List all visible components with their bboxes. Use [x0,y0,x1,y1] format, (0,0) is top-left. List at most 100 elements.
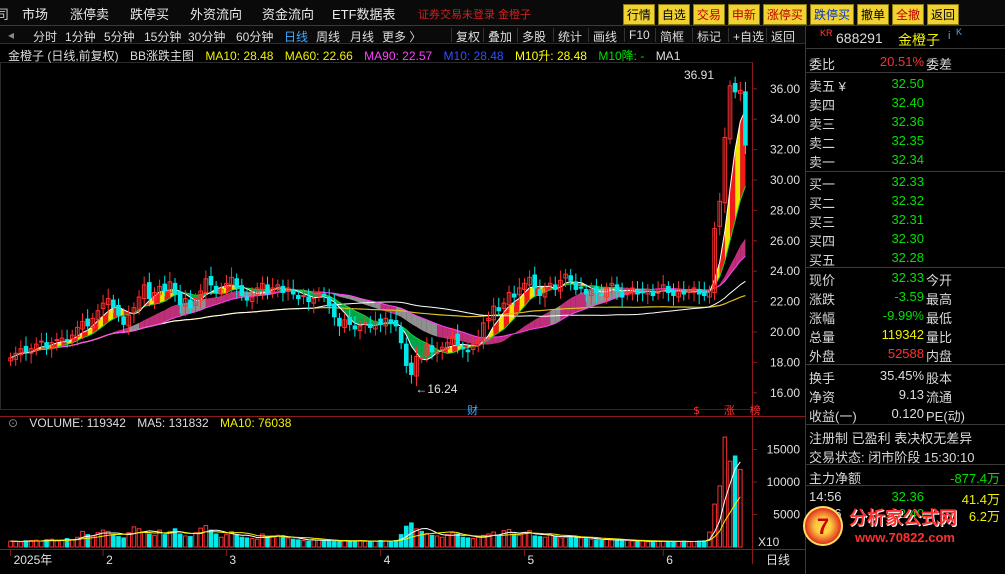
tool-button-4[interactable]: 画线 [593,28,617,45]
time-tick-label: 2025年 [14,553,53,567]
legend-vol-ma10: MA10: 76038 [219,416,292,430]
volume-bar [532,535,538,548]
candle-body [460,346,466,350]
event-marker[interactable]: 榜 [750,403,761,417]
top-button-0[interactable]: 行情 [622,4,655,25]
volume-bar [573,536,579,548]
candle-body [64,339,70,342]
period-tab-9[interactable]: 更多 〉 [382,28,421,45]
candle-body [429,345,435,353]
volume-toggle-icon[interactable]: ⊙ [8,416,18,430]
tool-button-1[interactable]: 叠加 [488,28,512,45]
period-tab-0[interactable]: 分时 [33,28,57,45]
volume-bar [131,526,137,548]
volume-legend: ⊙ VOLUME: 119342 MA5: 131832 MA10: 76038 [8,416,299,430]
info-icon[interactable]: i [948,30,950,42]
volume-bar [588,538,594,548]
period-tab-8[interactable]: 月线 [350,28,374,45]
tool-button-9[interactable]: 返回 [771,28,795,45]
candle-body [552,284,558,290]
menu-item-cutoff[interactable]: 司 [0,4,9,23]
period-tab-4[interactable]: 30分钟 [188,28,225,45]
tool-button-3[interactable]: 统计 [558,28,582,45]
low-price-label: ←16.24 [415,382,457,396]
volume-bar [609,539,615,548]
top-button-4[interactable]: 涨停买 [762,4,807,25]
volume-bar [676,540,681,548]
tool-separator [655,28,656,42]
quote-row: 涨跌 -3.59 最高 [806,287,1005,307]
menu-etf-table[interactable]: ETF数据表 [332,4,396,23]
volume-bar [517,534,522,548]
tool-button-2[interactable]: 多股 [522,28,546,45]
candle-body [213,285,219,293]
legend-indicator[interactable]: BB涨跌主图 [130,49,194,63]
volume-bar [722,436,728,548]
tool-button-6[interactable]: 简框 [660,28,684,45]
price-legend: 金橙子 (日线,前复权) BB涨跌主图 MA10: 28.48 MA60: 22… [8,47,688,64]
event-marker[interactable]: 财 [467,403,478,417]
candle-body [326,296,332,307]
bb-band-segment [447,327,453,340]
top-button-8[interactable]: 返回 [926,4,959,25]
period-tab-1[interactable]: 1分钟 [65,28,96,45]
volume-bar [419,530,424,548]
top-button-2[interactable]: 交易 [692,4,725,25]
watermark-badge-icon: 7 [803,506,843,546]
period-tab-7[interactable]: 周线 [316,28,340,45]
volume-bar [182,535,188,548]
top-button-5[interactable]: 跌停买 [809,4,854,25]
menu-capital-flow[interactable]: 资金流向 [262,4,314,23]
candle-body [367,323,373,328]
divider [806,48,1005,49]
candle-body [244,296,250,301]
event-marker[interactable]: 涨 [724,404,735,417]
volume-bar [296,539,301,548]
quote-row-value: 0.120 [891,406,924,421]
tool-button-7[interactable]: 标记 [697,28,721,45]
volume-bar [496,535,502,548]
menu-limit-up-sell[interactable]: 涨停卖 [70,4,109,23]
menu-market[interactable]: 市场 [22,4,48,23]
event-marker[interactable]: $ [693,404,700,417]
top-button-3[interactable]: 申新 [727,4,760,25]
candle-body [732,82,738,93]
kline-chart[interactable]: 36.00 34.00 32.00 30.00 28.00 26.00 24.00 22.00… [0,44,805,574]
period-tab-6[interactable]: 日线 [284,28,308,45]
top-button-1[interactable]: 自选 [657,4,690,25]
volume-bar [321,540,327,548]
period-tab-5[interactable]: 60分钟 [236,28,273,45]
volume-bar [547,534,553,548]
candle-body [321,293,327,297]
bb-band-segment [570,295,576,315]
tool-separator [553,28,554,42]
volume-bar [367,541,373,548]
period-tab-2[interactable]: 5分钟 [104,28,135,45]
candle-body [594,286,599,293]
tool-button-0[interactable]: 复权 [456,28,480,45]
chart-area[interactable]: 36.00 34.00 32.00 30.00 28.00 26.00 24.00 22.00… [0,44,805,574]
volume-bar [491,531,496,548]
bb-band-segment [169,305,176,320]
candle-body [532,274,538,289]
candle-body [681,290,687,295]
k-badge-icon[interactable]: K [956,27,962,37]
bb-band-segment [175,303,181,318]
top-button-7[interactable]: 全撤 [891,4,924,25]
top-button-6[interactable]: 撤单 [856,4,889,25]
menu-foreign-flow[interactable]: 外资流向 [190,4,242,23]
high-price-label: 36.91 [684,68,714,82]
menu-limit-down-buy[interactable]: 跌停买 [130,4,169,23]
volume-bar [224,534,229,548]
period-expand-icon[interactable]: ◂ [8,28,14,42]
candle-body [301,295,306,298]
volume-bar [105,530,111,548]
quote-row: 卖一 32.34 [806,150,1005,170]
tool-button-5[interactable]: F10 [629,28,650,42]
quote-row: 买二 32.32 [806,191,1005,211]
quote-row-label2: PE(动) [926,409,966,424]
top-button-group: 行情 自选 交易 申新 涨停买 跌停买 撤单 全撤 返回 [622,4,959,25]
tool-button-8[interactable]: +自选 [733,28,764,45]
watermark-title: 分析家公式网 [849,508,957,528]
period-tab-3[interactable]: 15分钟 [144,28,181,45]
